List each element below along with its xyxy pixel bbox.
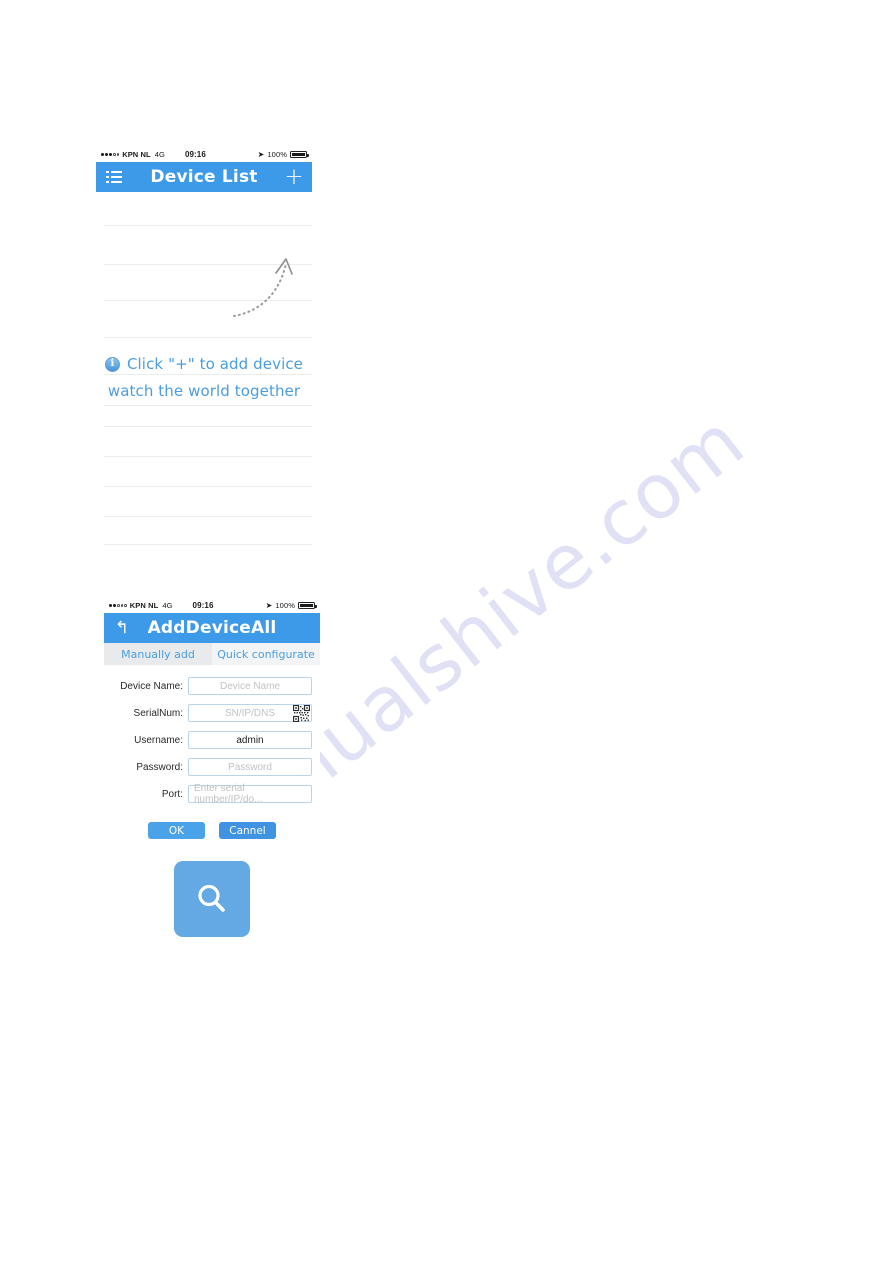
list-row [104,516,312,517]
ok-button[interactable]: OK [148,822,205,839]
form-row-serial-num: SerialNum: SN/IP/DNS [112,704,312,723]
password-placeholder: Password [228,761,272,773]
back-arrow-icon: ↰ [114,617,130,638]
username-value: admin [236,734,264,746]
form-row-device-name: Device Name: Device Name [112,677,312,695]
signal-strength-icon [109,604,127,607]
serial-num-input[interactable]: SN/IP/DNS [188,704,312,723]
username-label: Username: [134,734,183,746]
battery-percent-label: 100% [267,150,287,159]
device-name-label: Device Name: [120,680,183,692]
screenshot-add-device: KPN NL 4G 09:16 ➤ 100% ↰ AddDeviceAll Ma… [104,598,320,937]
device-name-placeholder: Device Name [219,680,281,692]
battery-icon [290,151,309,158]
navbar-right-spacer [284,613,320,643]
status-bar-device-list: KPN NL 4G 09:16 ➤ 100% [96,147,312,162]
password-label: Password: [136,761,183,773]
clock-label: 09:16 [184,150,206,159]
battery-icon [298,602,317,609]
serial-num-label: SerialNum: [133,707,183,719]
device-name-input[interactable]: Device Name [188,677,312,695]
cancel-button[interactable]: Cannel [219,822,276,839]
form-row-username: Username: admin [112,731,312,749]
list-row [104,405,312,406]
signal-strength-icon [101,153,120,156]
navbar-add-device: ↰ AddDeviceAll [104,613,320,643]
info-circle-icon: i [104,356,120,372]
form-row-port: Port: Enter serial number/IP/do... [112,783,312,805]
status-bar-right: ➤ 100% [257,149,309,159]
password-input[interactable]: Password [188,758,312,776]
screenshot-device-list: KPN NL 4G 09:16 ➤ 100% Device List + i C… [96,147,312,545]
navbar-device-list: Device List + [96,162,312,192]
list-row [104,486,312,487]
qr-code-scan-button[interactable] [292,704,311,723]
search-magnifier-icon [198,884,225,912]
add-device-form: Device Name: Device Name SerialNum: SN/I… [104,665,320,937]
network-type-label: 4G [162,601,173,610]
tab-bar: Manually add Quick configurate [104,643,320,665]
list-menu-icon [106,170,122,184]
document-page: manualshive.com KPN NL 4G 09:16 ➤ 100% D… [0,0,893,1263]
list-row [104,456,312,457]
hint-text-secondary: watch the world together [107,382,301,400]
list-row [104,426,312,427]
username-input[interactable]: admin [188,731,312,749]
search-device-button[interactable] [174,861,250,937]
hint-text-primary: Click "+" to add device [126,355,304,373]
plus-icon: + [284,163,304,190]
menu-button[interactable] [96,162,132,192]
dashed-curved-arrow-icon [233,258,293,317]
status-bar-right: ➤ 100% [265,600,317,610]
location-arrow-icon: ➤ [265,600,273,610]
device-list-body: i Click "+" to add device watch the worl… [96,192,312,545]
port-label: Port: [161,788,183,800]
list-row [104,337,312,338]
port-input[interactable]: Enter serial number/IP/do... [188,783,312,805]
tab-quick-configurate[interactable]: Quick configurate [212,643,320,665]
form-row-password: Password: Password [112,758,312,776]
add-device-button[interactable]: + [276,162,312,192]
qr-code-icon [292,704,311,723]
form-action-buttons: OK Cannel [112,822,312,839]
tab-manually-add[interactable]: Manually add [104,643,212,665]
carrier-label: KPN NL [129,601,159,610]
carrier-label: KPN NL [122,150,151,159]
empty-state-hint: i Click "+" to add device watch the worl… [96,355,312,400]
page-title: AddDeviceAll [147,618,277,638]
port-placeholder: Enter serial number/IP/do... [194,783,263,805]
clock-label: 09:16 [192,601,214,610]
back-button[interactable]: ↰ [104,613,140,643]
list-row [104,544,312,545]
page-title: Device List [150,167,258,187]
battery-percent-label: 100% [275,601,295,610]
status-bar-add-device: KPN NL 4G 09:16 ➤ 100% [104,598,320,613]
serial-num-placeholder: SN/IP/DNS [224,707,275,719]
hint-line-1: i Click "+" to add device [96,355,312,373]
network-type-label: 4G [154,150,165,159]
list-row [104,225,312,226]
location-arrow-icon: ➤ [257,149,265,159]
